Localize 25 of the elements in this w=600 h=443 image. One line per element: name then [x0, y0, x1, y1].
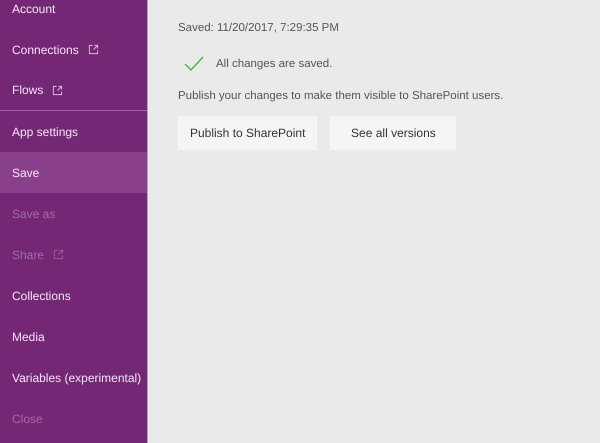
action-button[interactable]: See all versions: [330, 116, 456, 150]
menu-item[interactable]: Connections: [0, 29, 147, 70]
menu-item[interactable]: Flows: [0, 70, 147, 111]
saved-timestamp: Saved: 11/20/2017, 7:29:35 PM: [178, 22, 340, 34]
menu-item-label: Close: [12, 412, 43, 426]
menu-item[interactable]: Variables (experimental): [0, 357, 147, 398]
menu-item-label: Account: [12, 2, 56, 16]
menu-item-label: Collections: [12, 288, 71, 302]
menu-item-label: Flows: [12, 83, 44, 97]
menu-item-label: Save as: [12, 206, 56, 220]
save-status: All changes are saved.: [216, 58, 332, 70]
publish-message: Publish your changes to make them visible to SharePoint users.: [178, 90, 504, 102]
menu-item-label: Connections: [12, 42, 79, 56]
menu-item-label: App settings: [12, 124, 78, 138]
menu-item[interactable]: Account: [0, 0, 147, 29]
menu-item[interactable]: Save: [0, 152, 147, 193]
menu-item-label: Media: [12, 330, 45, 344]
checkmark-icon: [184, 56, 204, 72]
action-button[interactable]: Publish to SharePoint: [178, 116, 318, 150]
menu-item[interactable]: Collections: [0, 275, 147, 316]
menu-item[interactable]: App settings: [0, 111, 147, 152]
menu-item[interactable]: Media: [0, 316, 147, 357]
menu-item-label: Variables (experimental): [12, 370, 142, 384]
menu-item-label: Share: [12, 248, 44, 262]
menu-item-label: Save: [12, 166, 40, 180]
